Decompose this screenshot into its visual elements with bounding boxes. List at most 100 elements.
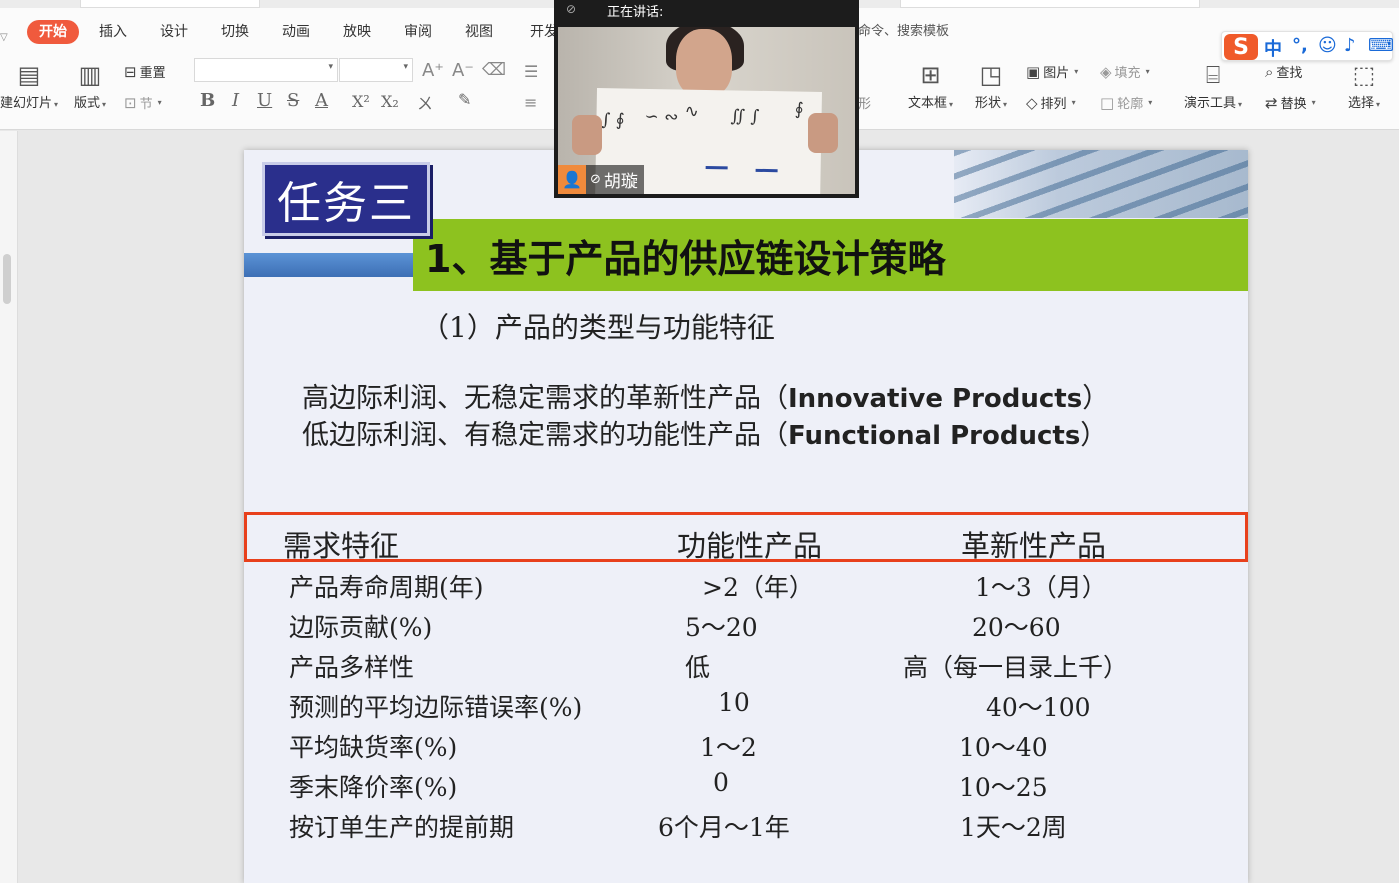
superscript-button[interactable]: X²: [352, 92, 370, 111]
desc-2-prefix: 低边际利润、有稳定需求的功能性产品（: [302, 420, 788, 451]
shape-label: 形状: [975, 96, 1002, 111]
slide-subtitle: （1）产品的类型与功能特征: [421, 311, 775, 344]
presenter-tools-button[interactable]: ⌸ 演示工具 ▾: [1184, 58, 1242, 111]
font-color-button[interactable]: A: [315, 90, 328, 111]
slide-canvas[interactable]: 1、基于产品的供应链设计策略 任务三 （1）产品的类型与功能特征 高边际利润、无…: [244, 150, 1248, 883]
layout-icon: ▥: [78, 61, 102, 89]
phonetic-guide-icon[interactable]: ㄨ: [417, 90, 433, 114]
paper-scribble: ∬ ∫: [730, 106, 760, 127]
tab-transition[interactable]: 切换: [221, 20, 249, 44]
tab-review[interactable]: 审阅: [404, 20, 432, 44]
tab-slideshow[interactable]: 放映: [343, 20, 371, 44]
font-family-select[interactable]: [194, 58, 338, 82]
shape-fill-partial[interactable]: 形: [858, 93, 871, 112]
description-innovative: 高边际利润、无稳定需求的革新性产品（Innovative Products）: [302, 376, 1109, 415]
arrange-button[interactable]: ◇ 排列 ▾: [1026, 93, 1076, 113]
emoji-icon[interactable]: ☺: [1318, 35, 1337, 56]
punctuation-icon[interactable]: °,: [1292, 35, 1308, 56]
layout-label: 版式: [74, 96, 101, 111]
textbox-label: 文本框: [908, 96, 948, 111]
desc-1-prefix: 高边际利润、无稳定需求的革新性产品（: [302, 383, 788, 414]
document-tab[interactable]: [900, 0, 1200, 8]
slide-title: 1、基于产品的供应链设计策略: [425, 236, 946, 281]
shape-button[interactable]: ◳ 形状 ▾: [975, 58, 1007, 111]
find-label: 查找: [1276, 66, 1303, 81]
shrink-font-icon[interactable]: A⁻: [452, 60, 474, 81]
scrollbar-thumb[interactable]: [3, 254, 11, 304]
table-row: 平均缺货率(%) 1～2 10～40: [244, 728, 1248, 768]
textbox-icon: ⊞: [920, 61, 941, 89]
participant-tag: 👤 ⊘ 胡璇: [558, 165, 644, 194]
select-button[interactable]: ⬚ 选择 ▾: [1348, 58, 1380, 111]
user-avatar-icon: 👤: [558, 165, 586, 194]
underline-button[interactable]: U: [257, 90, 272, 111]
outline-button[interactable]: □ 轮廓 ▾: [1100, 93, 1152, 113]
bullet-list-icon[interactable]: ☰: [524, 62, 538, 81]
replace-label: 替换: [1280, 97, 1307, 112]
shape-icon: ◳: [979, 61, 1003, 89]
ime-toolbar[interactable]: S 中 °, ☺ ♪ ⌨: [1221, 31, 1394, 61]
table-cell: 5～20: [685, 613, 758, 642]
speaking-label: 正在讲话:: [607, 5, 664, 20]
table-cell: 1～3（月）: [975, 573, 1107, 602]
video-header: ⊘ 正在讲话:: [554, 0, 859, 26]
italic-button[interactable]: I: [232, 90, 239, 111]
reset-button[interactable]: ⊟ 重置: [124, 62, 166, 82]
table-cell: 低: [685, 653, 711, 682]
desc-2-suffix: ）: [1080, 420, 1108, 451]
microphone-icon[interactable]: ♪: [1344, 35, 1356, 56]
muted-microphone-icon: ⊘: [590, 172, 601, 187]
bold-button[interactable]: B: [200, 90, 215, 111]
paper-dash: [755, 168, 778, 173]
tab-insert[interactable]: 插入: [99, 20, 127, 44]
table-row: 季末降价率(%) 0 10～25: [244, 768, 1248, 808]
command-search-hint[interactable]: 命令、搜索模板: [858, 20, 949, 44]
task-badge-label: 任务三: [277, 178, 415, 229]
tab-design[interactable]: 设计: [160, 20, 188, 44]
replace-icon: ⇄: [1265, 93, 1278, 112]
presenter-tools-label: 演示工具: [1184, 96, 1237, 111]
clear-format-icon[interactable]: ⌫: [482, 60, 506, 80]
new-slide-label: 建幻灯片: [0, 96, 53, 111]
desc-2-english: Functional Products: [788, 421, 1081, 451]
picture-button[interactable]: ▣ 图片 ▾: [1026, 62, 1078, 82]
video-call-window[interactable]: ⊘ 正在讲话: ∫ ∮ ∽ ∾ ∿ ∬ ∫ ∮ 👤 ⊘ 胡璇: [554, 0, 859, 198]
tab-home[interactable]: 开始: [27, 20, 79, 44]
paper-scribble: ∽ ∾: [644, 106, 679, 128]
table-cell: 1天～2周: [960, 813, 1067, 842]
align-icon[interactable]: ≡: [524, 93, 537, 112]
table-cell: 产品寿命周期(年): [289, 573, 484, 602]
new-slide-button[interactable]: ▤ 建幻灯片 ▾: [0, 58, 58, 111]
subscript-button[interactable]: X₂: [381, 92, 399, 111]
strikethrough-button[interactable]: S: [287, 90, 299, 111]
ime-mode-toggle[interactable]: 中: [1264, 35, 1282, 61]
sogou-logo-icon: S: [1224, 34, 1258, 60]
slide-panel-rail: [0, 131, 18, 883]
table-cell: 高（每一目录上千）: [903, 653, 1129, 682]
tab-animation[interactable]: 动画: [282, 20, 310, 44]
keyboard-icon[interactable]: ⌨: [1368, 35, 1394, 56]
document-tab[interactable]: [80, 0, 260, 8]
participant-hand-right: [808, 113, 838, 153]
table-cell: 边际贡献(%): [289, 613, 433, 642]
warehouse-photo: [954, 150, 1248, 218]
picture-label: 图片: [1043, 66, 1070, 81]
tab-view[interactable]: 视图: [465, 20, 493, 44]
replace-button[interactable]: ⇄ 替换 ▾: [1265, 93, 1316, 113]
layout-button[interactable]: ▥ 版式 ▾: [74, 58, 106, 111]
find-button[interactable]: ⌕ 查找: [1265, 62, 1303, 82]
arrange-label: 排列: [1040, 97, 1067, 112]
fill-button[interactable]: ◈ 填充 ▾: [1100, 62, 1150, 82]
table-row: 产品多样性 低 高（每一目录上千）: [244, 648, 1248, 688]
highlight-icon[interactable]: ✎: [458, 90, 471, 109]
paper-scribble: ∮: [794, 99, 804, 120]
table-cell: 10～40: [959, 733, 1048, 762]
font-size-select[interactable]: [339, 58, 413, 82]
table-cell: 预测的平均边际错误率(%): [289, 693, 583, 722]
section-button[interactable]: ⊡ 节 ▾: [124, 93, 162, 113]
textbox-button[interactable]: ⊞ 文本框 ▾: [908, 58, 953, 111]
grow-font-icon[interactable]: A⁺: [422, 60, 444, 81]
decor-blue-bar: [244, 253, 414, 277]
table-cell: 20～60: [972, 613, 1061, 642]
collapse-chevron-icon[interactable]: ▽: [0, 26, 8, 50]
